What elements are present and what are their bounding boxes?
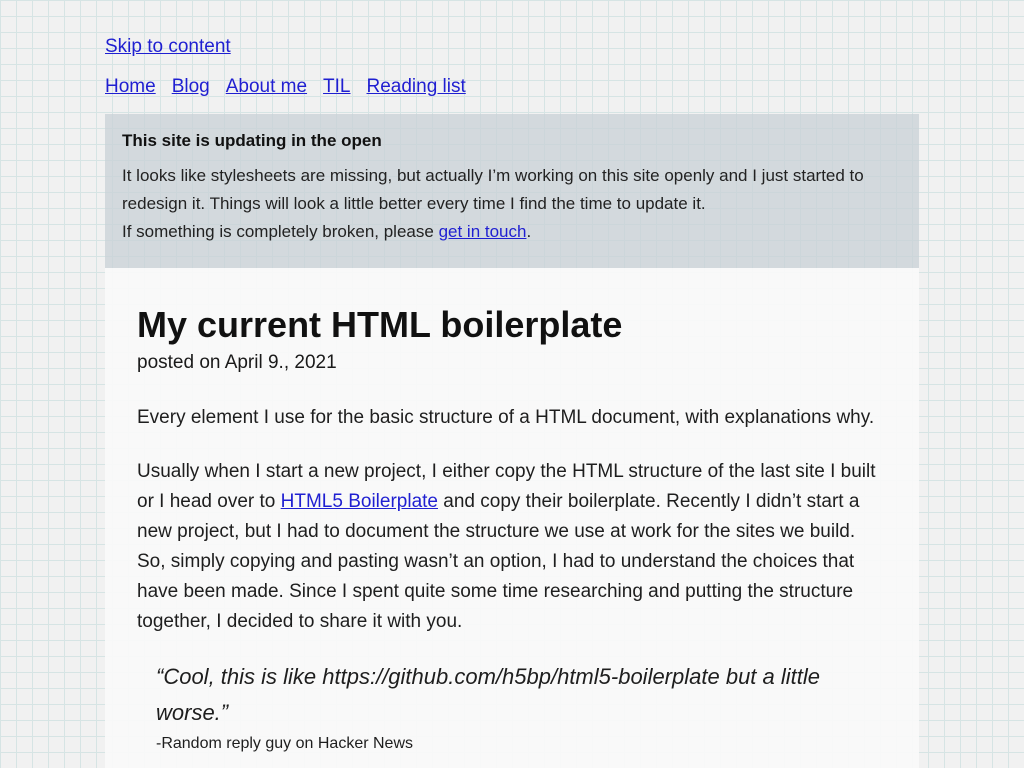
main-navigation: Home Blog About me TIL Reading list: [105, 75, 482, 99]
notice-title: This site is updating in the open: [122, 131, 382, 150]
article: My current HTML boilerplate posted on Ap…: [105, 268, 919, 768]
notice-text: It looks like stylesheets are missing, b…: [122, 162, 903, 246]
skip-to-content-link[interactable]: Skip to content: [105, 35, 231, 59]
site-update-notice: This site is updating in the open It loo…: [105, 114, 919, 268]
nav-til-link[interactable]: TIL: [323, 75, 350, 99]
nav-about-me-link[interactable]: About me: [226, 75, 307, 99]
article-title: My current HTML boilerplate: [137, 304, 623, 345]
article-intro: Every element I use for the basic struct…: [137, 407, 875, 428]
article-paragraph: Usually when I start a new project, I ei…: [137, 457, 887, 637]
html5-boilerplate-link[interactable]: HTML5 Boilerplate: [281, 491, 438, 512]
nav-home-link[interactable]: Home: [105, 75, 156, 99]
notice-line-1: It looks like stylesheets are missing, b…: [122, 166, 864, 213]
hacker-news-quote: “Cool, this is like https://github.com/h…: [156, 659, 887, 755]
get-in-touch-link[interactable]: get in touch: [439, 222, 527, 241]
nav-reading-list-link[interactable]: Reading list: [367, 75, 466, 99]
notice-line-2-prefix: If something is completely broken, pleas…: [122, 222, 439, 241]
nav-blog-link[interactable]: Blog: [172, 75, 210, 99]
quote-attribution: -Random reply guy on Hacker News: [156, 735, 413, 752]
quote-text: “Cool, this is like https://github.com/h…: [156, 664, 820, 725]
posted-date: posted on April 9., 2021: [137, 352, 337, 373]
notice-line-2-suffix: .: [526, 222, 532, 241]
paragraph-text-end: and copy their boilerplate. Recently I d…: [137, 491, 860, 632]
